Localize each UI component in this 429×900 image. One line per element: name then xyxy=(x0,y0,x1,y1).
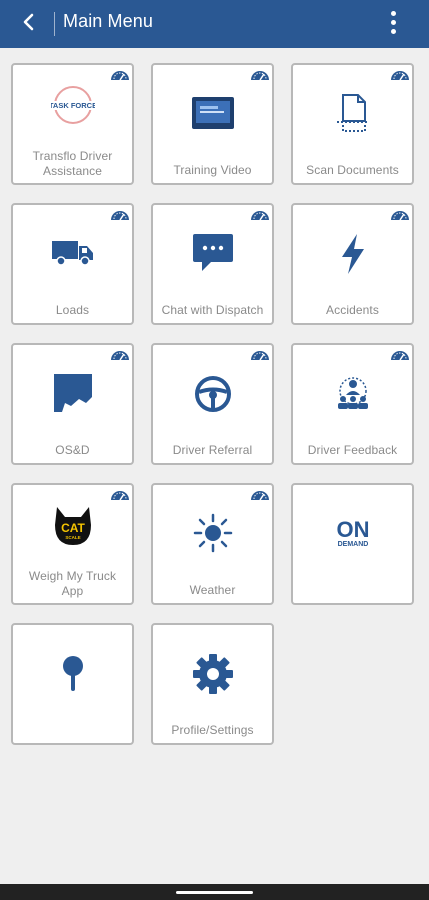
svg-text:DEMAND: DEMAND xyxy=(337,541,368,548)
tile-label: Chat with Dispatch xyxy=(161,303,264,317)
steering-wheel-icon xyxy=(194,376,231,412)
video-monitor-icon xyxy=(191,97,234,129)
tile-loads[interactable]: Loads xyxy=(11,203,134,325)
dashboard-gauge-icon xyxy=(111,491,129,501)
tile-label: Profile/Settings xyxy=(171,723,254,737)
svg-text:SCALE: SCALE xyxy=(65,535,80,540)
truck-icon xyxy=(51,241,93,266)
tile-chat-with-dispatch[interactable]: Chat with Dispatch xyxy=(151,203,274,325)
chat-bubble-icon xyxy=(192,234,233,271)
tile-label: Accidents xyxy=(326,303,379,317)
tile-driver-referral[interactable]: Driver Referral xyxy=(151,343,274,465)
tile-driver-feedback[interactable]: Driver Feedback xyxy=(291,343,414,465)
tile-location[interactable] xyxy=(11,623,134,745)
tile-profile-settings[interactable]: Profile/Settings xyxy=(151,623,274,745)
dashboard-gauge-icon xyxy=(111,351,129,361)
dashboard-gauge-icon xyxy=(251,211,269,221)
people-feedback-icon xyxy=(337,377,368,409)
dashboard-gauge-icon xyxy=(391,71,409,81)
cat-scale-logo-icon: CAT SCALE xyxy=(54,507,91,545)
tile-on-demand[interactable]: ON DEMAND xyxy=(291,483,414,605)
tile-label: Weather xyxy=(189,583,236,597)
sun-icon xyxy=(193,513,232,553)
dashboard-gauge-icon xyxy=(111,211,129,221)
dashboard-gauge-icon xyxy=(111,71,129,81)
tile-transflo-driver-assistance[interactable]: TASK FORCE Transflo Driver Assistance xyxy=(11,63,134,185)
lightning-bolt-icon xyxy=(341,234,364,274)
tile-label: Weigh My Truck App xyxy=(28,569,117,598)
dashboard-gauge-icon xyxy=(251,351,269,361)
menu-grid: TASK FORCE Transflo Driver Assistance Tr… xyxy=(0,0,429,760)
home-gesture-handle[interactable] xyxy=(176,891,253,894)
svg-text:CAT: CAT xyxy=(61,521,85,535)
tile-label: Driver Feedback xyxy=(307,443,398,457)
tile-label: Training Video xyxy=(173,163,252,177)
dashboard-gauge-icon xyxy=(391,211,409,221)
map-pin-icon xyxy=(62,656,83,691)
damaged-box-icon xyxy=(53,374,92,412)
scan-document-icon xyxy=(336,94,369,132)
dashboard-gauge-icon xyxy=(391,351,409,361)
dashboard-gauge-icon xyxy=(251,491,269,501)
dashboard-gauge-icon xyxy=(251,71,269,81)
tile-label: Transflo Driver Assistance xyxy=(32,149,113,178)
task-force-badge-icon: TASK FORCE xyxy=(51,86,95,124)
tile-training-video[interactable]: Training Video xyxy=(151,63,274,185)
gear-icon xyxy=(192,654,233,694)
tile-weather[interactable]: Weather xyxy=(151,483,274,605)
tile-label: OS&D xyxy=(55,443,90,457)
tile-scan-documents[interactable]: Scan Documents xyxy=(291,63,414,185)
svg-text:TASK FORCE: TASK FORCE xyxy=(51,101,95,110)
tile-accidents[interactable]: Accidents xyxy=(291,203,414,325)
tile-label: Scan Documents xyxy=(306,163,399,177)
tile-osd[interactable]: OS&D xyxy=(11,343,134,465)
tile-weigh-my-truck-app[interactable]: CAT SCALE Weigh My Truck App xyxy=(11,483,134,605)
tile-label: Loads xyxy=(55,303,90,317)
on-demand-logo-icon: ON DEMAND xyxy=(336,517,369,548)
svg-text:ON: ON xyxy=(336,517,369,542)
tile-label: Driver Referral xyxy=(172,443,253,457)
